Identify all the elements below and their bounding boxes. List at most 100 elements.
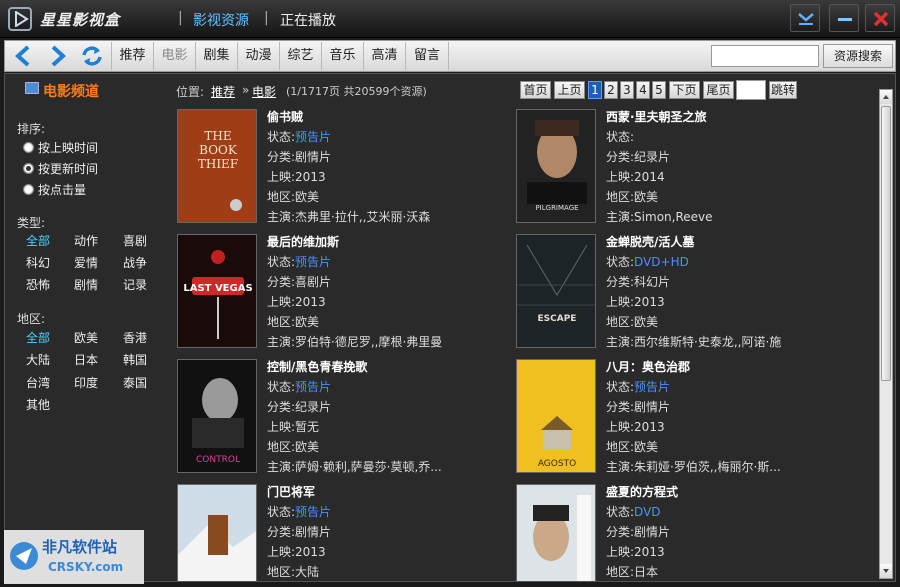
sort-option-update[interactable]: 按更新时间 xyxy=(38,160,98,177)
movie-title[interactable]: 门巴将军 xyxy=(267,483,315,500)
vertical-scrollbar[interactable] xyxy=(879,89,893,579)
movie-region: 地区:欧美 xyxy=(606,315,659,329)
svg-text:THIEF: THIEF xyxy=(198,157,238,171)
page-number[interactable]: 5 xyxy=(652,81,666,99)
page-jump-button[interactable]: 跳转 xyxy=(769,81,797,99)
movie-release: 上映:暂无 xyxy=(267,420,320,434)
breadcrumb-current[interactable]: 电影 xyxy=(252,83,276,100)
movie-release: 上映:2013 xyxy=(606,420,665,434)
type-all[interactable]: 全部 xyxy=(26,232,50,249)
title-divider: | xyxy=(178,10,183,26)
movie-region: 地区:日本 xyxy=(606,565,659,579)
movie-title[interactable]: 盛夏的方程式 xyxy=(606,483,678,500)
type-action[interactable]: 动作 xyxy=(74,232,98,249)
movie-title[interactable]: 偷书贼 xyxy=(267,108,303,125)
title-divider: | xyxy=(264,10,269,26)
movie-release: 上映:2014 xyxy=(606,170,665,184)
category-variety[interactable]: 综艺 xyxy=(279,42,321,70)
crsky-watermark: 非凡软件站 CRSKY.com xyxy=(4,530,144,584)
movie-cast: 主演:萨姆·赖利,萨曼莎·莫顿,乔... xyxy=(267,460,442,474)
back-arrow-icon[interactable] xyxy=(11,44,37,68)
movie-poster[interactable]: CONTROL xyxy=(177,359,257,473)
movie-release: 上映:2013 xyxy=(606,295,665,309)
type-war[interactable]: 战争 xyxy=(123,254,147,271)
category-hd[interactable]: 高清 xyxy=(363,42,405,70)
movie-poster[interactable] xyxy=(516,484,596,581)
close-button[interactable] xyxy=(865,4,895,32)
movie-poster[interactable]: THE BOOK THIEF xyxy=(177,109,257,223)
minimize-button[interactable] xyxy=(829,4,859,32)
movie-category: 分类:剧情片 xyxy=(267,525,332,539)
breadcrumb-info: (1/1717页 共20599个资源) xyxy=(286,85,427,98)
category-recommend[interactable]: 推荐 xyxy=(111,42,153,70)
movie-status: 状态:预告片 xyxy=(267,380,332,394)
movie-poster[interactable] xyxy=(177,484,257,581)
scrollbar-thumb[interactable] xyxy=(881,106,891,381)
type-horror[interactable]: 恐怖 xyxy=(26,276,50,293)
type-comedy[interactable]: 喜剧 xyxy=(123,232,147,249)
watermark-en: CRSKY.com xyxy=(48,560,124,574)
type-scifi[interactable]: 科幻 xyxy=(26,254,50,271)
movie-title[interactable]: 八月：奥色治郡 xyxy=(606,358,690,375)
movie-poster[interactable]: AGOSTO xyxy=(516,359,596,473)
svg-text:AGOSTO: AGOSTO xyxy=(538,459,576,469)
region-label: 地区: xyxy=(17,312,46,326)
region-hongkong[interactable]: 香港 xyxy=(123,329,147,346)
category-series[interactable]: 剧集 xyxy=(195,42,237,70)
type-drama[interactable]: 剧情 xyxy=(74,276,98,293)
sort-option-release[interactable]: 按上映时间 xyxy=(38,139,98,156)
region-mainland[interactable]: 大陆 xyxy=(26,351,50,368)
page-number[interactable]: 2 xyxy=(604,81,618,99)
sort-option-clicks[interactable]: 按点击量 xyxy=(38,181,86,198)
category-music[interactable]: 音乐 xyxy=(321,42,363,70)
tab-video-resources[interactable]: 影视资源 xyxy=(193,10,249,30)
refresh-icon[interactable] xyxy=(79,44,105,68)
page-number[interactable]: 4 xyxy=(636,81,650,99)
category-guestbook[interactable]: 留言 xyxy=(405,42,449,70)
page-jump-input[interactable] xyxy=(736,80,766,100)
type-romance[interactable]: 爱情 xyxy=(74,254,98,271)
search-button[interactable]: 资源搜索 xyxy=(823,44,893,68)
scroll-up-arrow-icon[interactable] xyxy=(880,90,892,104)
region-india[interactable]: 印度 xyxy=(74,374,98,391)
movie-poster[interactable]: PILGRIMAGE xyxy=(516,109,596,223)
sort-radio-clicks[interactable] xyxy=(23,184,34,195)
region-west[interactable]: 欧美 xyxy=(74,329,98,346)
page-last-button[interactable]: 尾页 xyxy=(703,81,734,99)
toolbar: 推荐 电影 剧集 动漫 综艺 音乐 高清 留言 资源搜索 xyxy=(4,40,896,72)
search-input[interactable] xyxy=(711,45,819,67)
region-thailand[interactable]: 泰国 xyxy=(123,374,147,391)
page-first-button[interactable]: 首页 xyxy=(520,81,551,99)
movie-category: 分类:剧情片 xyxy=(267,150,332,164)
movie-cast: 主演:西尔维斯特·史泰龙,,阿诺·施 xyxy=(606,335,782,349)
movie-region: 地区:欧美 xyxy=(267,440,320,454)
sort-radio-release[interactable] xyxy=(23,142,34,153)
page-next-button[interactable]: 下页 xyxy=(669,81,700,99)
breadcrumb-root[interactable]: 推荐 xyxy=(211,83,235,100)
movie-title[interactable]: 金蝉脱壳/活人墓 xyxy=(606,233,694,250)
breadcrumb-separator: » xyxy=(242,83,250,97)
page-number-current[interactable]: 1 xyxy=(588,81,602,99)
scroll-down-arrow-icon[interactable] xyxy=(880,564,892,578)
category-anime[interactable]: 动漫 xyxy=(237,42,279,70)
movie-cast: 主演:Simon,Reeve xyxy=(606,210,713,224)
region-japan[interactable]: 日本 xyxy=(74,351,98,368)
movie-title[interactable]: 西蒙·里夫朝圣之旅 xyxy=(606,108,707,125)
region-all[interactable]: 全部 xyxy=(26,329,50,346)
region-korea[interactable]: 韩国 xyxy=(123,351,147,368)
movie-cast: 主演:罗伯特·德尼罗,,摩根·弗里曼 xyxy=(267,335,443,349)
page-prev-button[interactable]: 上页 xyxy=(554,81,585,99)
region-other[interactable]: 其他 xyxy=(26,396,50,413)
movie-poster[interactable]: ESCAPE xyxy=(516,234,596,348)
type-documentary[interactable]: 记录 xyxy=(123,276,147,293)
sort-radio-update[interactable] xyxy=(23,163,34,174)
skin-menu-button[interactable] xyxy=(790,4,820,32)
region-taiwan[interactable]: 台湾 xyxy=(26,374,50,391)
movie-title[interactable]: 最后的维加斯 xyxy=(267,233,339,250)
category-movie[interactable]: 电影 xyxy=(153,42,195,70)
movie-title[interactable]: 控制/黑色青春挽歌 xyxy=(267,358,367,375)
forward-arrow-icon[interactable] xyxy=(45,44,71,68)
page-number[interactable]: 3 xyxy=(620,81,634,99)
tab-now-playing[interactable]: 正在播放 xyxy=(280,10,336,30)
movie-poster[interactable]: LAST VEGAS xyxy=(177,234,257,348)
